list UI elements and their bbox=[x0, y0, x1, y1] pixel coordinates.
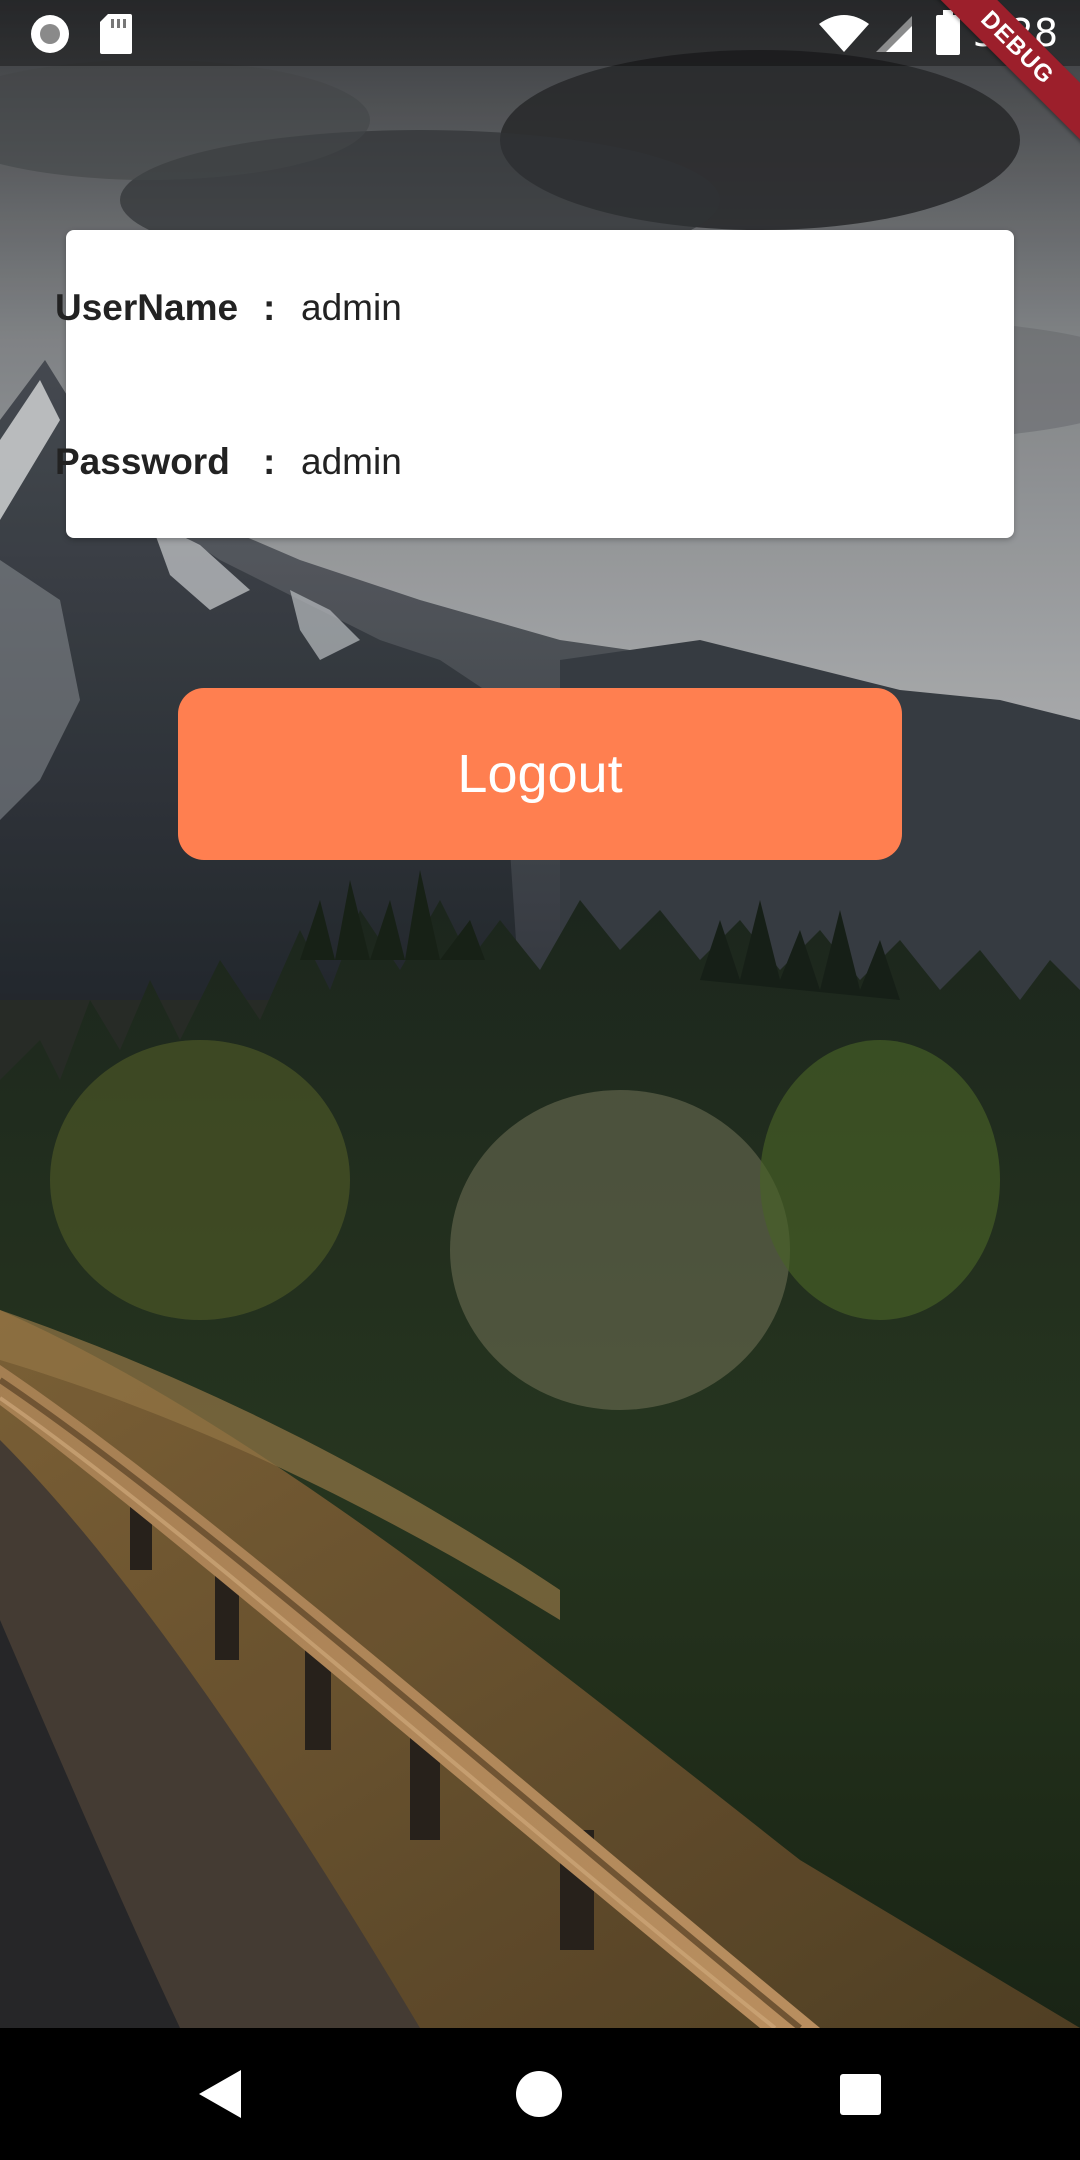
cellular-signal-icon bbox=[876, 16, 912, 52]
username-row: UserName : admin bbox=[55, 278, 402, 338]
password-separator: : bbox=[263, 441, 276, 482]
sd-card-icon bbox=[100, 14, 132, 54]
username-separator: : bbox=[263, 287, 276, 328]
username-label: UserName bbox=[55, 287, 239, 328]
password-value: admin bbox=[301, 441, 402, 482]
home-icon bbox=[516, 2071, 562, 2117]
wifi-icon bbox=[819, 15, 869, 52]
home-button[interactable] bbox=[479, 2028, 599, 2160]
username-value: admin bbox=[301, 287, 402, 328]
app-screen: 3:28 DEBUG UserName : admin Password : a… bbox=[0, 0, 1080, 2160]
password-label: Password bbox=[55, 441, 230, 482]
recents-button[interactable] bbox=[800, 2028, 920, 2160]
status-bar: 3:28 bbox=[0, 0, 1080, 66]
password-row: Password : admin bbox=[55, 432, 402, 492]
record-icon bbox=[31, 15, 69, 53]
back-icon bbox=[199, 2070, 241, 2118]
navigation-bar bbox=[0, 2028, 1080, 2160]
logout-button[interactable]: Logout bbox=[178, 688, 902, 860]
recents-icon bbox=[840, 2074, 881, 2115]
back-button[interactable] bbox=[160, 2028, 280, 2160]
